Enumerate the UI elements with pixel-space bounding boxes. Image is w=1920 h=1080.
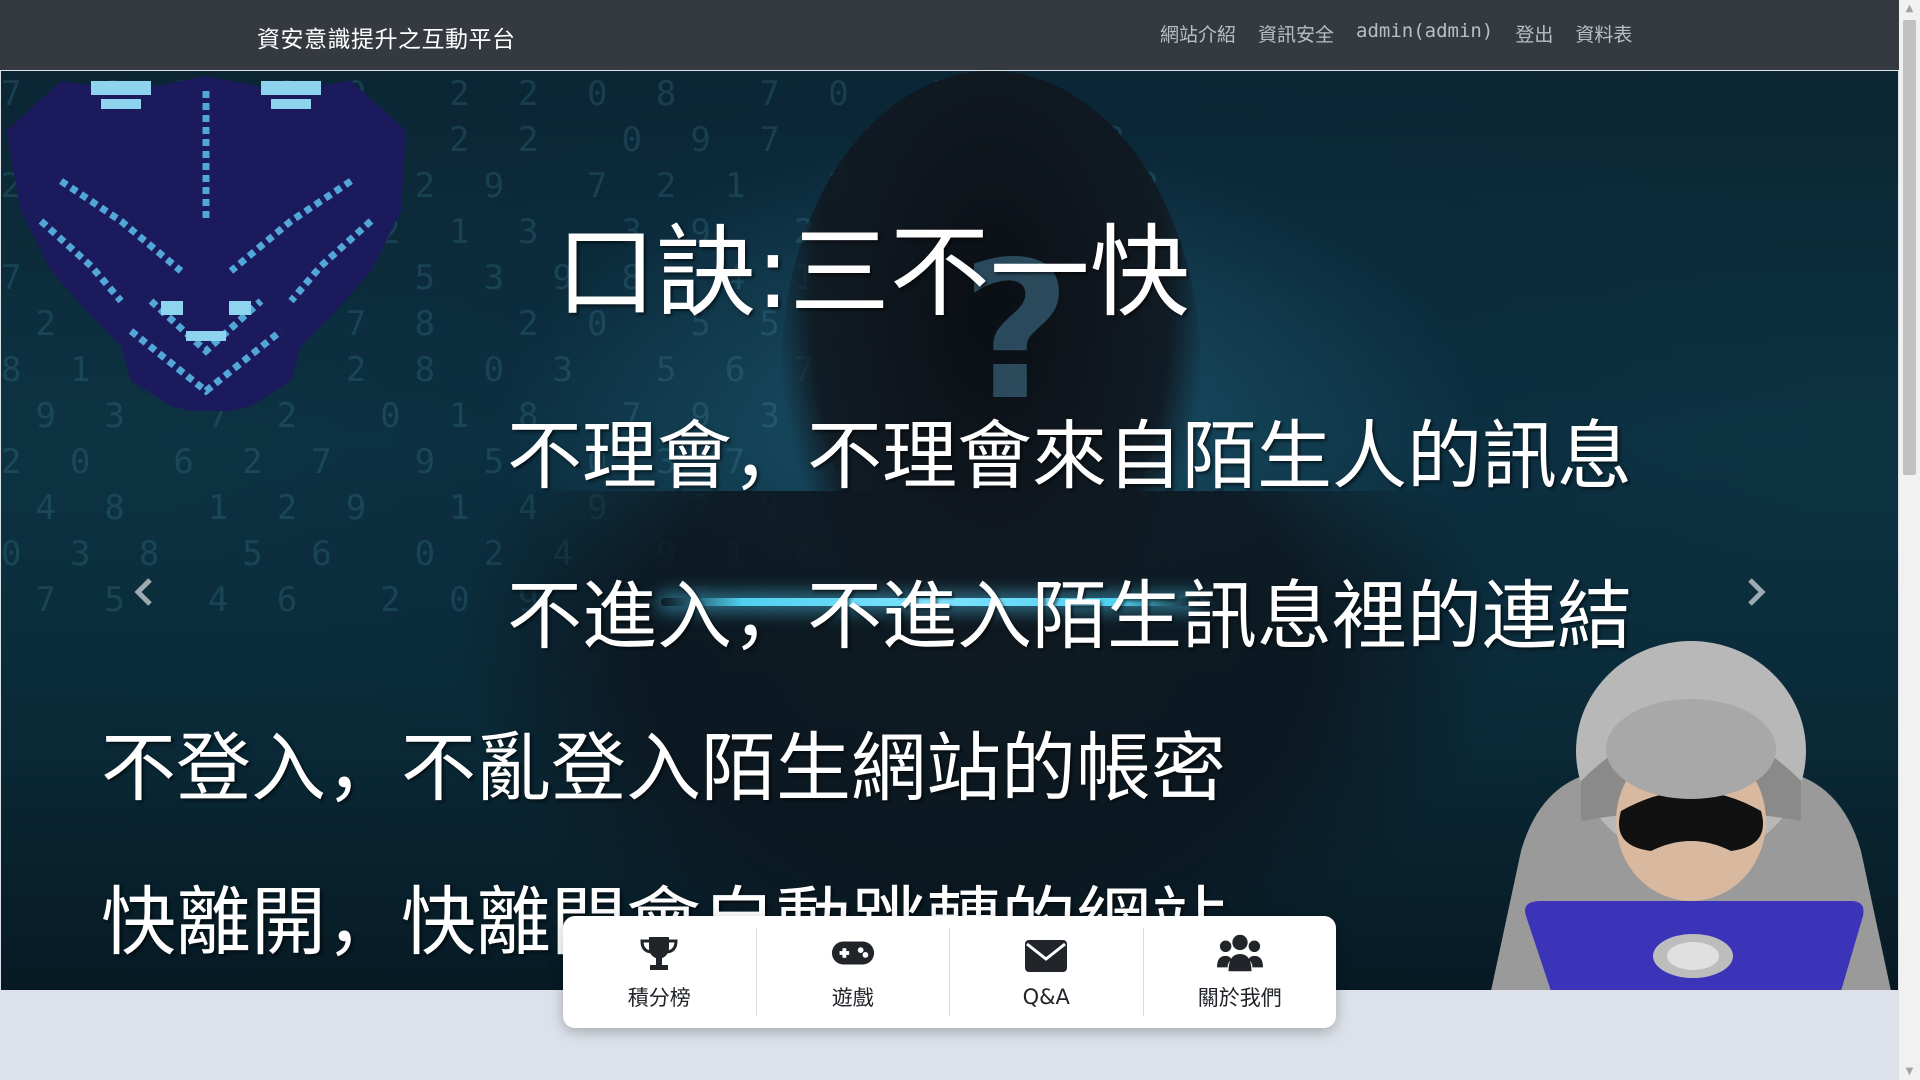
site-brand[interactable]: 資安意識提升之互動平台 <box>257 20 516 54</box>
nav-links: 網站介紹 資訊安全 admin(admin) 登出 資料表 <box>1160 20 1632 47</box>
scroll-up-arrow-icon[interactable]: ▲ <box>1899 0 1920 17</box>
feature-leaderboard[interactable]: 積分榜 <box>563 928 757 1016</box>
hero-line-1: 不理會，不理會來自陌生人的訊息 <box>507 412 1633 500</box>
carousel-prev-button[interactable] <box>123 569 163 619</box>
hero-line-2: 不進入，不進入陌生訊息裡的連結 <box>507 572 1633 660</box>
cartoon-hacker-illustration <box>1491 641 1891 990</box>
scroll-down-arrow-icon[interactable]: ▼ <box>1899 1063 1920 1080</box>
feature-about-us-label: 關於我們 <box>1197 986 1282 1010</box>
users-icon <box>1216 932 1263 974</box>
feature-qa-label: Q&A <box>1022 985 1070 1009</box>
chevron-left-icon <box>134 578 152 606</box>
nav-link-user-account[interactable]: admin(admin) <box>1356 20 1493 47</box>
feature-leaderboard-label: 積分榜 <box>627 986 691 1010</box>
feature-game[interactable]: 遊戲 <box>757 928 950 1016</box>
chevron-right-icon <box>1748 578 1766 606</box>
hero-title: 口訣:三不一快 <box>556 214 1190 331</box>
pixel-mask-icon <box>6 76 406 411</box>
scrollbar-thumb[interactable] <box>1903 20 1916 475</box>
nav-link-logout[interactable]: 登出 <box>1515 20 1553 47</box>
feature-about-us[interactable]: 關於我們 <box>1144 928 1337 1016</box>
feature-qa[interactable]: Q&A <box>950 928 1144 1016</box>
envelope-icon <box>1023 935 1069 977</box>
nav-link-data-table[interactable]: 資料表 <box>1575 20 1632 47</box>
vertical-scrollbar[interactable]: ▲ ▼ <box>1899 0 1920 1080</box>
trophy-icon <box>636 932 682 974</box>
nav-link-site-intro[interactable]: 網站介紹 <box>1160 20 1236 47</box>
gamepad-icon <box>830 932 876 974</box>
feature-menu-card: 積分榜 遊戲 Q&A 關於我們 <box>563 916 1336 1028</box>
carousel-next-button[interactable] <box>1737 569 1777 619</box>
hero-line-3: 不登入，不亂登入陌生網站的帳密 <box>101 724 1227 812</box>
hero-carousel: 7 2 3 9 0 2 2 0 8 7 0 5 6 8 3 9 1 4 2 2 … <box>1 71 1898 990</box>
feature-game-label: 遊戲 <box>831 986 874 1010</box>
nav-link-info-security[interactable]: 資訊安全 <box>1258 20 1334 47</box>
top-navbar: 資安意識提升之互動平台 網站介紹 資訊安全 admin(admin) 登出 資料… <box>0 0 1899 70</box>
